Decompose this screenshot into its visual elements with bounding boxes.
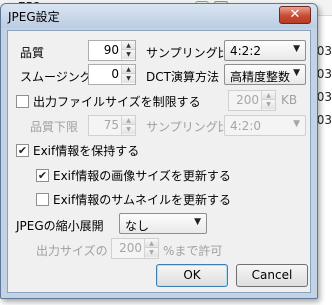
jpeg-shrink-label: JPEGの縮小展開 [16, 219, 104, 233]
background-number: 03 [316, 113, 332, 127]
background-number: 03 [316, 67, 332, 81]
spin-up-icon[interactable]: ▲ [145, 239, 158, 248]
size-unit-label: KB [281, 93, 298, 107]
quality-min-spinner[interactable]: 75 ▲ ▼ [88, 115, 136, 136]
output-size-suffix: %まで許可 [163, 244, 223, 258]
dct-select[interactable]: 高精度整数 ▼ [224, 64, 306, 85]
close-button[interactable]: ✕ [279, 6, 311, 24]
update-exif-thumbnail-checkbox[interactable] [36, 193, 49, 206]
sampling-label: サンプリング比 [146, 46, 230, 60]
background-number: 03 [316, 90, 332, 104]
smoothing-spinner[interactable]: 0 ▲ ▼ [88, 64, 136, 85]
smoothing-value[interactable]: 0 [111, 67, 119, 81]
update-exif-thumbnail-label[interactable]: Exif情報のサムネイルを更新する [53, 191, 231, 208]
size-limit-spinner[interactable]: 200 ▲ ▼ [228, 90, 276, 111]
sampling-value: 4:2:2 [230, 44, 261, 58]
spin-down-icon[interactable]: ▼ [122, 50, 135, 59]
output-size-value[interactable]: 200 [119, 241, 142, 255]
spin-down-icon[interactable]: ▼ [122, 125, 135, 134]
keep-exif-label[interactable]: Exif情報を保持する [33, 142, 139, 159]
ok-button[interactable]: OK [156, 264, 228, 287]
spin-up-icon[interactable]: ▲ [262, 91, 275, 100]
size-limit-value[interactable]: 200 [236, 93, 259, 107]
update-exif-size-label[interactable]: Exif情報の画像サイズを更新する [53, 167, 231, 184]
sampling-select[interactable]: 4:2:2 ▼ [224, 40, 306, 61]
dct-label: DCT演算方法 [146, 70, 219, 84]
spin-up-icon[interactable]: ▲ [122, 41, 135, 50]
update-exif-size-checkbox[interactable]: ✔ [36, 169, 49, 182]
chevron-down-icon: ▼ [194, 217, 201, 227]
limit-size-label[interactable]: 出力ファイルサイズを制限する [33, 93, 201, 110]
spin-down-icon[interactable]: ▼ [145, 248, 158, 257]
quality-value[interactable]: 90 [104, 43, 119, 57]
dialog-title: JPEG設定 [8, 10, 60, 24]
smoothing-label: スムージング [20, 70, 92, 84]
dialog-body: 品質 90 ▲ ▼ サンプリング比 4:2:2 ▼ スムージング 0 ▲ ▼ D… [7, 30, 311, 293]
quality-label: 品質 [20, 46, 45, 60]
chevron-down-icon: ▼ [293, 44, 300, 54]
output-size-label: 出力サイズの [36, 244, 108, 258]
quality-min-value[interactable]: 75 [104, 118, 119, 132]
spin-down-icon[interactable]: ▼ [122, 74, 135, 83]
sampling2-value: 4:2:0 [230, 119, 261, 133]
spin-up-icon[interactable]: ▲ [122, 65, 135, 74]
chevron-down-icon: ▼ [293, 68, 300, 78]
jpeg-shrink-value: なし [125, 219, 150, 233]
title-bar[interactable]: JPEG設定 ✕ [1, 4, 317, 28]
jpeg-shrink-select[interactable]: なし ▼ [119, 213, 207, 234]
cancel-button[interactable]: Cancel [236, 264, 308, 287]
spin-up-icon[interactable]: ▲ [122, 116, 135, 125]
background-number: 03 [316, 44, 332, 58]
spin-down-icon[interactable]: ▼ [262, 100, 275, 109]
output-size-spinner[interactable]: 200 ▲ ▼ [111, 238, 159, 259]
sampling2-select[interactable]: 4:2:0 ▼ [224, 115, 306, 136]
chevron-down-icon: ▼ [293, 119, 300, 129]
keep-exif-checkbox[interactable]: ✔ [16, 144, 29, 157]
jpeg-settings-dialog: JPEG設定 ✕ 品質 90 ▲ ▼ サンプリング比 4:2:2 ▼ スムージン… [0, 3, 318, 299]
dct-value: 高精度整数 [230, 70, 291, 84]
quality-spinner[interactable]: 90 ▲ ▼ [88, 40, 136, 61]
limit-size-checkbox[interactable] [16, 95, 29, 108]
close-icon: ✕ [289, 7, 301, 22]
sampling2-label: サンプリング比 [146, 120, 230, 134]
quality-min-label: 品質下限 [30, 120, 79, 134]
